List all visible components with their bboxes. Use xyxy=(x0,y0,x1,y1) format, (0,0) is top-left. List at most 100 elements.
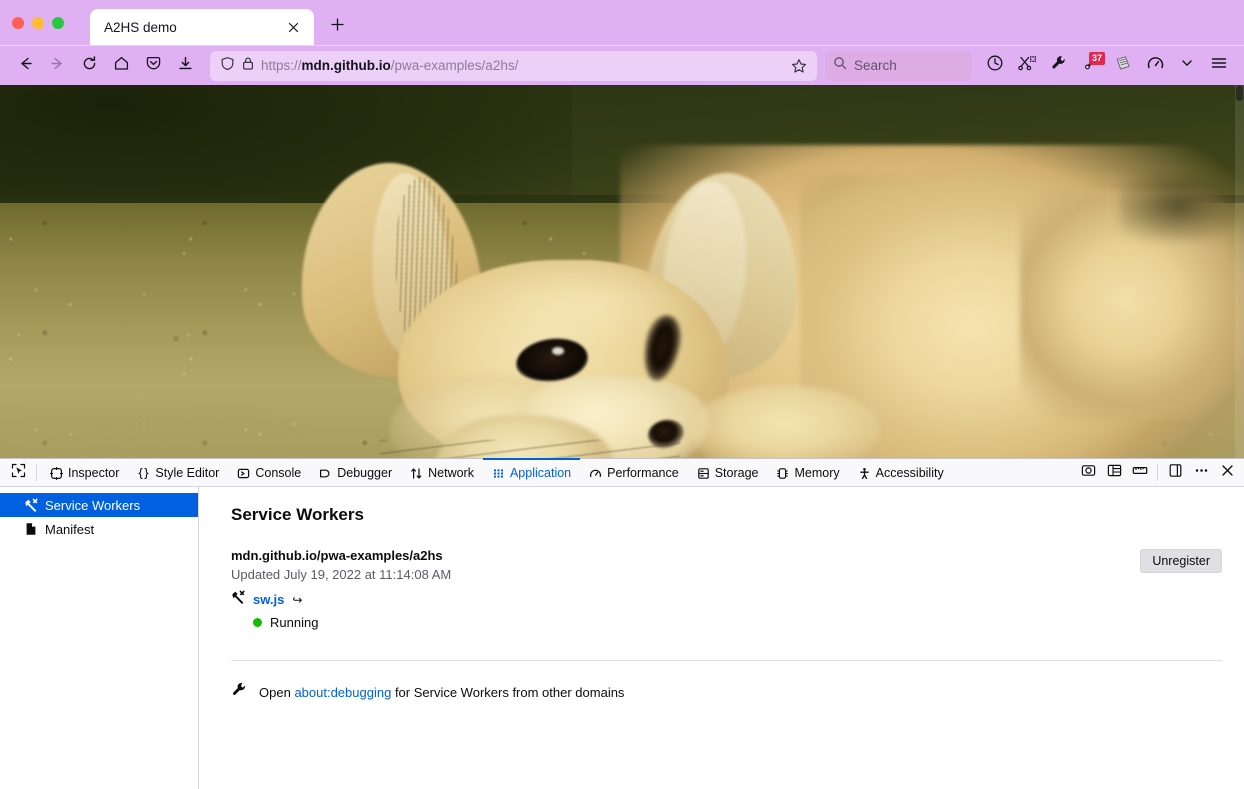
devtools-tab-list: Inspector Style Editor Console Debugger … xyxy=(41,459,1075,486)
tab-console-label: Console xyxy=(255,466,301,480)
status-dot-icon xyxy=(253,618,262,627)
element-picker-button[interactable] xyxy=(4,459,32,486)
tab-debugger-label: Debugger xyxy=(337,466,392,480)
forward-arrow-icon xyxy=(49,55,66,77)
devtools-wrench-button[interactable] xyxy=(1044,51,1074,81)
shield-icon[interactable] xyxy=(220,56,235,76)
tab-memory-label: Memory xyxy=(794,466,839,480)
open-in-debugger-icon[interactable]: ↪ xyxy=(292,593,302,607)
tab-strip: A2HS demo xyxy=(0,0,1244,45)
navigation-toolbar: https://mdn.github.io/pwa-examples/a2hs/… xyxy=(0,45,1244,85)
vertical-scrollbar[interactable] xyxy=(1235,85,1244,458)
wrench-icon xyxy=(1050,54,1068,77)
extension-badge-count: 37 xyxy=(1089,52,1105,65)
tab-title: A2HS demo xyxy=(104,20,282,35)
plus-icon xyxy=(330,17,345,37)
tab-accessibility-label: Accessibility xyxy=(876,466,944,480)
tab-style-editor[interactable]: Style Editor xyxy=(128,458,228,486)
tab-inspector-label: Inspector xyxy=(68,466,119,480)
search-icon xyxy=(833,56,847,75)
tab-application-label: Application xyxy=(510,466,571,480)
tab-memory[interactable]: Memory xyxy=(767,458,848,486)
padlock-icon[interactable] xyxy=(241,56,255,76)
back-button[interactable] xyxy=(10,51,40,81)
overflow-button[interactable] xyxy=(1172,51,1202,81)
tab-network[interactable]: Network xyxy=(401,458,483,486)
minimize-window-button[interactable] xyxy=(32,17,44,29)
reload-button[interactable] xyxy=(74,51,104,81)
star-icon[interactable] xyxy=(787,54,811,78)
screenshot-button[interactable] xyxy=(1012,51,1042,81)
browser-tab[interactable]: A2HS demo xyxy=(90,9,314,45)
tab-accessibility[interactable]: Accessibility xyxy=(849,458,953,486)
close-devtools-button[interactable] xyxy=(1214,459,1240,486)
history-button[interactable] xyxy=(980,51,1010,81)
tab-storage[interactable]: Storage xyxy=(688,458,768,486)
more-options-icon xyxy=(1194,463,1209,483)
hamburger-menu-icon xyxy=(1210,54,1228,77)
page-viewport[interactable] xyxy=(0,85,1244,458)
tab-application[interactable]: Application xyxy=(483,458,580,486)
pocket-icon xyxy=(145,55,162,77)
storage-database-icon xyxy=(697,467,710,480)
extension-button-badged[interactable]: 37 xyxy=(1076,51,1106,81)
url-path: /pwa-examples/a2hs/ xyxy=(391,58,519,73)
chevron-down-icon xyxy=(1180,56,1194,75)
sidebar-item-manifest[interactable]: Manifest xyxy=(0,517,198,541)
manifest-document-icon xyxy=(24,522,38,536)
tab-debugger[interactable]: Debugger xyxy=(310,458,401,486)
new-tab-button[interactable] xyxy=(322,12,352,42)
sidebar-item-manifest-label: Manifest xyxy=(45,522,94,537)
search-bar[interactable]: Search xyxy=(825,51,972,81)
maximize-window-button[interactable] xyxy=(52,17,64,29)
browser-window: A2HS demo xyxy=(0,0,1244,789)
about-debugging-row: Open about:debugging for Service Workers… xyxy=(231,681,1222,703)
devtools-toolbar-actions xyxy=(1075,459,1244,486)
close-icon[interactable] xyxy=(282,16,304,38)
tab-storage-label: Storage xyxy=(715,466,759,480)
service-worker-source-link[interactable]: sw.js xyxy=(253,592,284,607)
measure-ruler-button[interactable] xyxy=(1127,459,1153,486)
service-worker-scope: mdn.github.io/pwa-examples/a2hs xyxy=(231,548,1140,563)
home-button[interactable] xyxy=(106,51,136,81)
unregister-button[interactable]: Unregister xyxy=(1140,549,1222,573)
url-bar[interactable]: https://mdn.github.io/pwa-examples/a2hs/ xyxy=(210,51,817,81)
camera-screenshot-icon xyxy=(1081,463,1096,483)
dock-to-side-button[interactable] xyxy=(1162,459,1188,486)
debugger-icon xyxy=(319,467,332,480)
element-picker-icon xyxy=(11,463,26,483)
more-options-button[interactable] xyxy=(1188,459,1214,486)
pocket-button[interactable] xyxy=(138,51,168,81)
forward-button[interactable] xyxy=(42,51,72,81)
url-scheme: https:// xyxy=(261,58,302,73)
gauge-button[interactable] xyxy=(1140,51,1170,81)
gauge-icon xyxy=(1146,54,1165,78)
measure-ruler-icon xyxy=(1132,463,1148,483)
notepad-extension-button[interactable] xyxy=(1108,51,1138,81)
tab-inspector[interactable]: Inspector xyxy=(41,458,128,486)
download-icon xyxy=(177,55,194,77)
braces-icon xyxy=(137,467,150,480)
downloads-button[interactable] xyxy=(170,51,200,81)
notepad-extension-icon xyxy=(1114,54,1132,77)
tab-network-label: Network xyxy=(428,466,474,480)
service-worker-source-row: sw.js ↪ xyxy=(231,590,1140,609)
tab-console[interactable]: Console xyxy=(228,458,310,486)
app-menu-button[interactable] xyxy=(1204,51,1234,81)
responsive-design-button[interactable] xyxy=(1101,459,1127,486)
reload-icon xyxy=(81,55,98,77)
search-input[interactable]: Search xyxy=(854,58,897,73)
close-window-button[interactable] xyxy=(12,17,24,29)
tab-performance[interactable]: Performance xyxy=(580,458,688,486)
screenshot-scissors-icon xyxy=(1018,54,1036,77)
tab-style-editor-label: Style Editor xyxy=(155,466,219,480)
performance-gauge-icon xyxy=(589,467,602,480)
sidebar-item-service-workers-label: Service Workers xyxy=(45,498,140,513)
camera-screenshot-button[interactable] xyxy=(1075,459,1101,486)
scrollbar-thumb[interactable] xyxy=(1236,85,1243,101)
sidebar-item-service-workers[interactable]: Service Workers xyxy=(0,493,198,517)
url-text[interactable]: https://mdn.github.io/pwa-examples/a2hs/ xyxy=(261,58,781,73)
about-debugging-text: Open about:debugging for Service Workers… xyxy=(259,685,624,700)
accessibility-person-icon xyxy=(858,467,871,480)
about-debugging-link[interactable]: about:debugging xyxy=(294,685,391,700)
